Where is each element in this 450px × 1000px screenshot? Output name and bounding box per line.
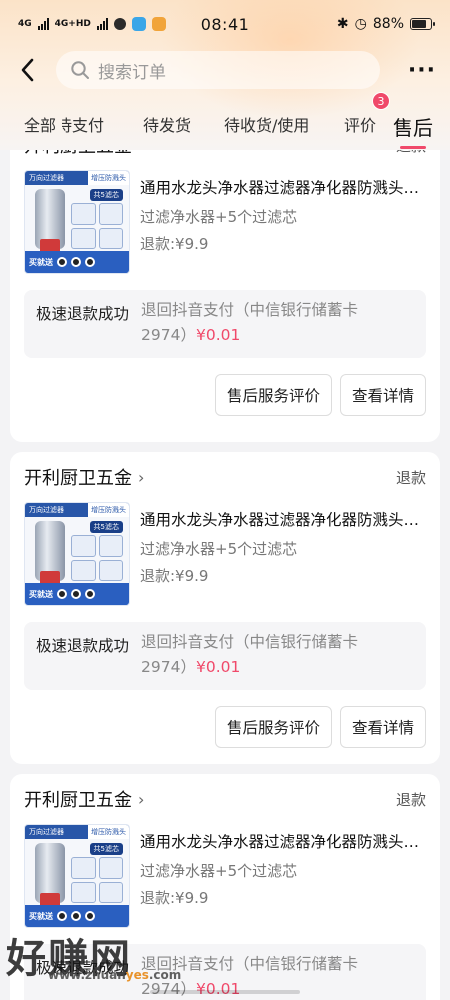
faucet-image — [35, 521, 65, 587]
filters-image — [71, 535, 123, 581]
tab-label: 评价 — [344, 116, 377, 135]
product-image[interactable]: 万向过滤器 增压防溅头 共5滤芯 买就送 — [24, 170, 130, 274]
refund-detail: 退回抖音支付（中信银行储蓄卡2974）¥0.01 — [141, 630, 414, 680]
order-item[interactable]: 万向过滤器 增压防溅头 共5滤芯 买就送 通用水龙头净水器过滤器净化器防溅头家用自… — [24, 502, 426, 610]
tab-after-sales[interactable]: 售后 — [393, 112, 433, 141]
tab-pending-payment[interactable]: 待支付 — [62, 112, 118, 136]
thumb-label: 万向过滤器 — [29, 506, 64, 514]
chevron-right-icon: › — [138, 467, 145, 487]
more-options-button[interactable]: ··· — [408, 58, 436, 83]
tab-pending-shipment[interactable]: 待发货 — [143, 112, 191, 136]
refund-amount: 退款:¥9.9 — [140, 567, 209, 585]
shop-name[interactable]: 开利厨卫五金 — [24, 786, 132, 812]
refund-value: ¥0.01 — [195, 980, 241, 998]
thumb-label: 增压防溅头 — [88, 503, 129, 517]
refund-amount: 退款:¥9.9 — [140, 235, 209, 253]
refund-value: ¥0.01 — [195, 326, 241, 344]
order-item[interactable]: 万向过滤器 增压防溅头 共5滤芯 买就送 通用水龙头净水器过滤器净化器防溅头家用自… — [24, 824, 426, 932]
order-item[interactable]: 万向过滤器 增压防溅头 共5滤芯 买就送 通用水龙头净水器过滤器净化器防溅头家用自… — [24, 170, 426, 278]
product-spec: 过滤净水器+5个过滤芯 — [140, 862, 298, 880]
thumb-tag: 共5滤芯 — [89, 843, 123, 855]
refund-status: 极速退款成功 — [36, 305, 130, 323]
thumb-bottom-label: 买就送 — [29, 911, 53, 921]
order-list[interactable]: 开利厨卫五金 › 退款 万向过滤器增压防溅头 共5滤芯 买就送 通用水龙头净水器… — [0, 0, 450, 1000]
battery-icon — [410, 18, 435, 30]
nav-row: 搜索订单 ··· — [0, 50, 450, 90]
thumb-label: 万向过滤器 — [29, 828, 64, 836]
refund-detail: 退回抖音支付（中信银行储蓄卡2974）¥0.01 — [141, 298, 414, 348]
thumb-label: 万向过滤器 — [29, 174, 64, 182]
filters-image — [71, 857, 123, 903]
order-status: 退款 — [395, 468, 426, 487]
tab-label: 待支付 — [62, 116, 105, 135]
thumb-label: 增压防溅头 — [88, 825, 129, 839]
order-card[interactable]: 开利厨卫五金 › 退款 万向过滤器增压防溅头 共5滤芯 买就送 通用水龙头净水器… — [10, 120, 440, 442]
clock: 08:41 — [200, 14, 250, 34]
refund-status: 极速退款成功 — [36, 637, 130, 655]
review-button[interactable]: 售后服务评价 — [214, 706, 332, 748]
shop-row[interactable]: 开利厨卫五金 › 退款 — [24, 452, 426, 502]
shop-name[interactable]: 开利厨卫五金 — [24, 464, 132, 490]
product-spec: 过滤净水器+5个过滤芯 — [140, 208, 298, 226]
back-arrow-icon — [21, 58, 34, 82]
refund-value: ¥0.01 — [195, 658, 241, 676]
refund-status: 极速退款成功 — [36, 959, 130, 977]
order-status: 退款 — [395, 790, 426, 809]
search-placeholder: 搜索订单 — [98, 62, 166, 83]
product-title: 通用水龙头净水器过滤器净化器防溅头家用自来水 — [140, 179, 426, 197]
thumb-label: 增压防溅头 — [88, 171, 129, 185]
status-bar: 4G 4G+HD 08:41 ✱ ◷ 88% — [0, 0, 450, 48]
header: 4G 4G+HD 08:41 ✱ ◷ 88% 搜索订单 ··· 全部 待支付 待… — [0, 0, 450, 150]
faucet-image — [35, 189, 65, 255]
refund-amount: 退款:¥9.9 — [140, 889, 209, 907]
review-button[interactable]: 售后服务评价 — [214, 374, 332, 416]
thumb-bottom-label: 买就送 — [29, 589, 53, 599]
tab-review[interactable]: 评价 3 — [344, 92, 391, 136]
refund-info[interactable]: 极速退款成功 退回抖音支付（中信银行储蓄卡2974）¥0.01 — [24, 290, 426, 358]
back-button[interactable] — [0, 50, 56, 90]
filters-image — [71, 203, 123, 249]
refund-destination: 退回抖音支付（中信银行储蓄卡2974） — [141, 633, 359, 676]
thumb-tag: 共5滤芯 — [89, 189, 123, 201]
product-spec: 过滤净水器+5个过滤芯 — [140, 540, 298, 558]
review-count-badge: 3 — [372, 92, 391, 110]
home-indicator[interactable] — [150, 990, 300, 994]
tab-all[interactable]: 全部 — [24, 112, 56, 136]
order-card[interactable]: 开利厨卫五金 › 退款 万向过滤器 增压防溅头 共5滤芯 买就送 通用水龙头净水器… — [10, 452, 440, 764]
refund-info[interactable]: 极速退款成功 退回抖音支付（中信银行储蓄卡2974）¥0.01 — [24, 622, 426, 690]
product-image[interactable]: 万向过滤器 增压防溅头 共5滤芯 买就送 — [24, 502, 130, 606]
search-icon — [71, 61, 89, 79]
product-title: 通用水龙头净水器过滤器净化器防溅头家用自来水 — [140, 833, 426, 851]
product-title: 通用水龙头净水器过滤器净化器防溅头家用自来水 — [140, 511, 426, 529]
chevron-right-icon: › — [138, 789, 145, 809]
faucet-image — [35, 843, 65, 909]
tab-pending-receipt[interactable]: 待收货/使用 — [224, 112, 309, 136]
shop-row[interactable]: 开利厨卫五金 › 退款 — [24, 774, 426, 824]
view-detail-button[interactable]: 查看详情 — [339, 374, 426, 416]
order-tabs: 全部 待支付 待发货 待收货/使用 评价 3 售后 — [0, 92, 450, 148]
search-input[interactable]: 搜索订单 — [56, 51, 380, 89]
thumb-tag: 共5滤芯 — [89, 521, 123, 533]
product-image[interactable]: 万向过滤器 增压防溅头 共5滤芯 买就送 — [24, 824, 130, 928]
thumb-bottom-label: 买就送 — [29, 257, 53, 267]
refund-destination: 退回抖音支付（中信银行储蓄卡2974） — [141, 301, 359, 344]
order-card[interactable]: 开利厨卫五金 › 退款 万向过滤器 增压防溅头 共5滤芯 买就送 通用水龙头净水器… — [10, 774, 440, 1000]
view-detail-button[interactable]: 查看详情 — [339, 706, 426, 748]
